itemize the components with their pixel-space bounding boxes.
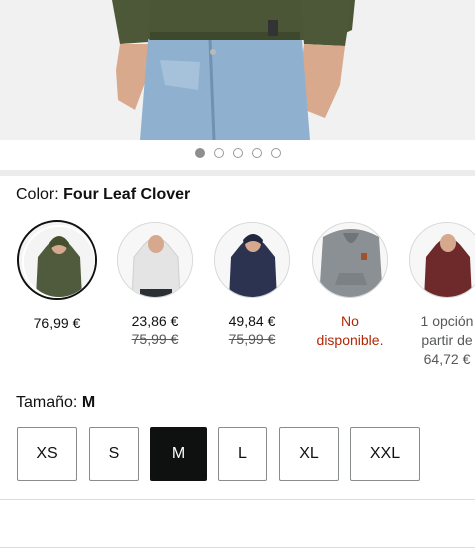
options-line-1: 1 opción bbox=[420, 313, 474, 329]
unavailable-line-2: disponible. bbox=[316, 332, 384, 348]
swatch-navy[interactable]: 49,84 € 75,99 € bbox=[212, 220, 292, 347]
unavailable-line-1: No bbox=[341, 313, 359, 329]
swatch-list-price: 75,99 € bbox=[228, 331, 276, 347]
color-value: Four Leaf Clover bbox=[63, 186, 191, 203]
swatch-price: 76,99 € bbox=[33, 315, 81, 331]
swatch-image[interactable] bbox=[409, 222, 475, 298]
section-divider bbox=[0, 170, 475, 176]
swatch-price: 49,84 € bbox=[228, 313, 276, 329]
size-option-l[interactable]: L bbox=[218, 427, 267, 481]
size-option-xl[interactable]: XL bbox=[279, 427, 339, 481]
size-option-m[interactable]: M bbox=[150, 427, 207, 481]
swatch-image[interactable] bbox=[214, 222, 290, 298]
carousel-dot[interactable] bbox=[232, 148, 243, 158]
swatch-list-price: 75,99 € bbox=[131, 331, 179, 347]
swatch-grey[interactable]: No disponible. bbox=[310, 220, 390, 350]
product-image[interactable] bbox=[0, 0, 475, 140]
color-selection-label: Color: Four Leaf Clover bbox=[16, 186, 190, 204]
divider bbox=[0, 499, 475, 500]
carousel-dot[interactable] bbox=[251, 148, 262, 158]
carousel-dots bbox=[0, 148, 475, 160]
size-option-s[interactable]: S bbox=[89, 427, 139, 481]
carousel-dot[interactable] bbox=[213, 148, 224, 158]
size-option-xs[interactable]: XS bbox=[17, 427, 77, 481]
color-label: Color: bbox=[16, 186, 59, 203]
color-swatches: 76,99 € 23,86 € 75,99 € 49,84 € 75,99 € bbox=[17, 220, 475, 380]
carousel-dot[interactable] bbox=[194, 148, 205, 158]
swatch-image[interactable] bbox=[117, 222, 193, 298]
swatch-price: 23,86 € bbox=[131, 313, 179, 329]
size-option-xxl[interactable]: XXL bbox=[350, 427, 420, 481]
divider bbox=[0, 547, 475, 548]
swatch-burgundy[interactable]: 1 opción partir de 64,72 € bbox=[407, 220, 475, 369]
size-options: XS S M L XL XXL bbox=[0, 427, 475, 483]
size-value: M bbox=[81, 394, 96, 411]
size-selection-label: Tamaño: M bbox=[16, 394, 95, 412]
size-label: Tamaño: bbox=[16, 394, 78, 411]
swatch-image[interactable] bbox=[312, 222, 388, 298]
swatch-green[interactable]: 76,99 € bbox=[17, 220, 97, 333]
carousel-dot[interactable] bbox=[270, 148, 281, 158]
options-line-3: 64,72 € bbox=[423, 351, 471, 367]
swatch-image[interactable] bbox=[17, 220, 97, 300]
options-line-2: partir de bbox=[421, 332, 473, 348]
swatch-white[interactable]: 23,86 € 75,99 € bbox=[115, 220, 195, 347]
